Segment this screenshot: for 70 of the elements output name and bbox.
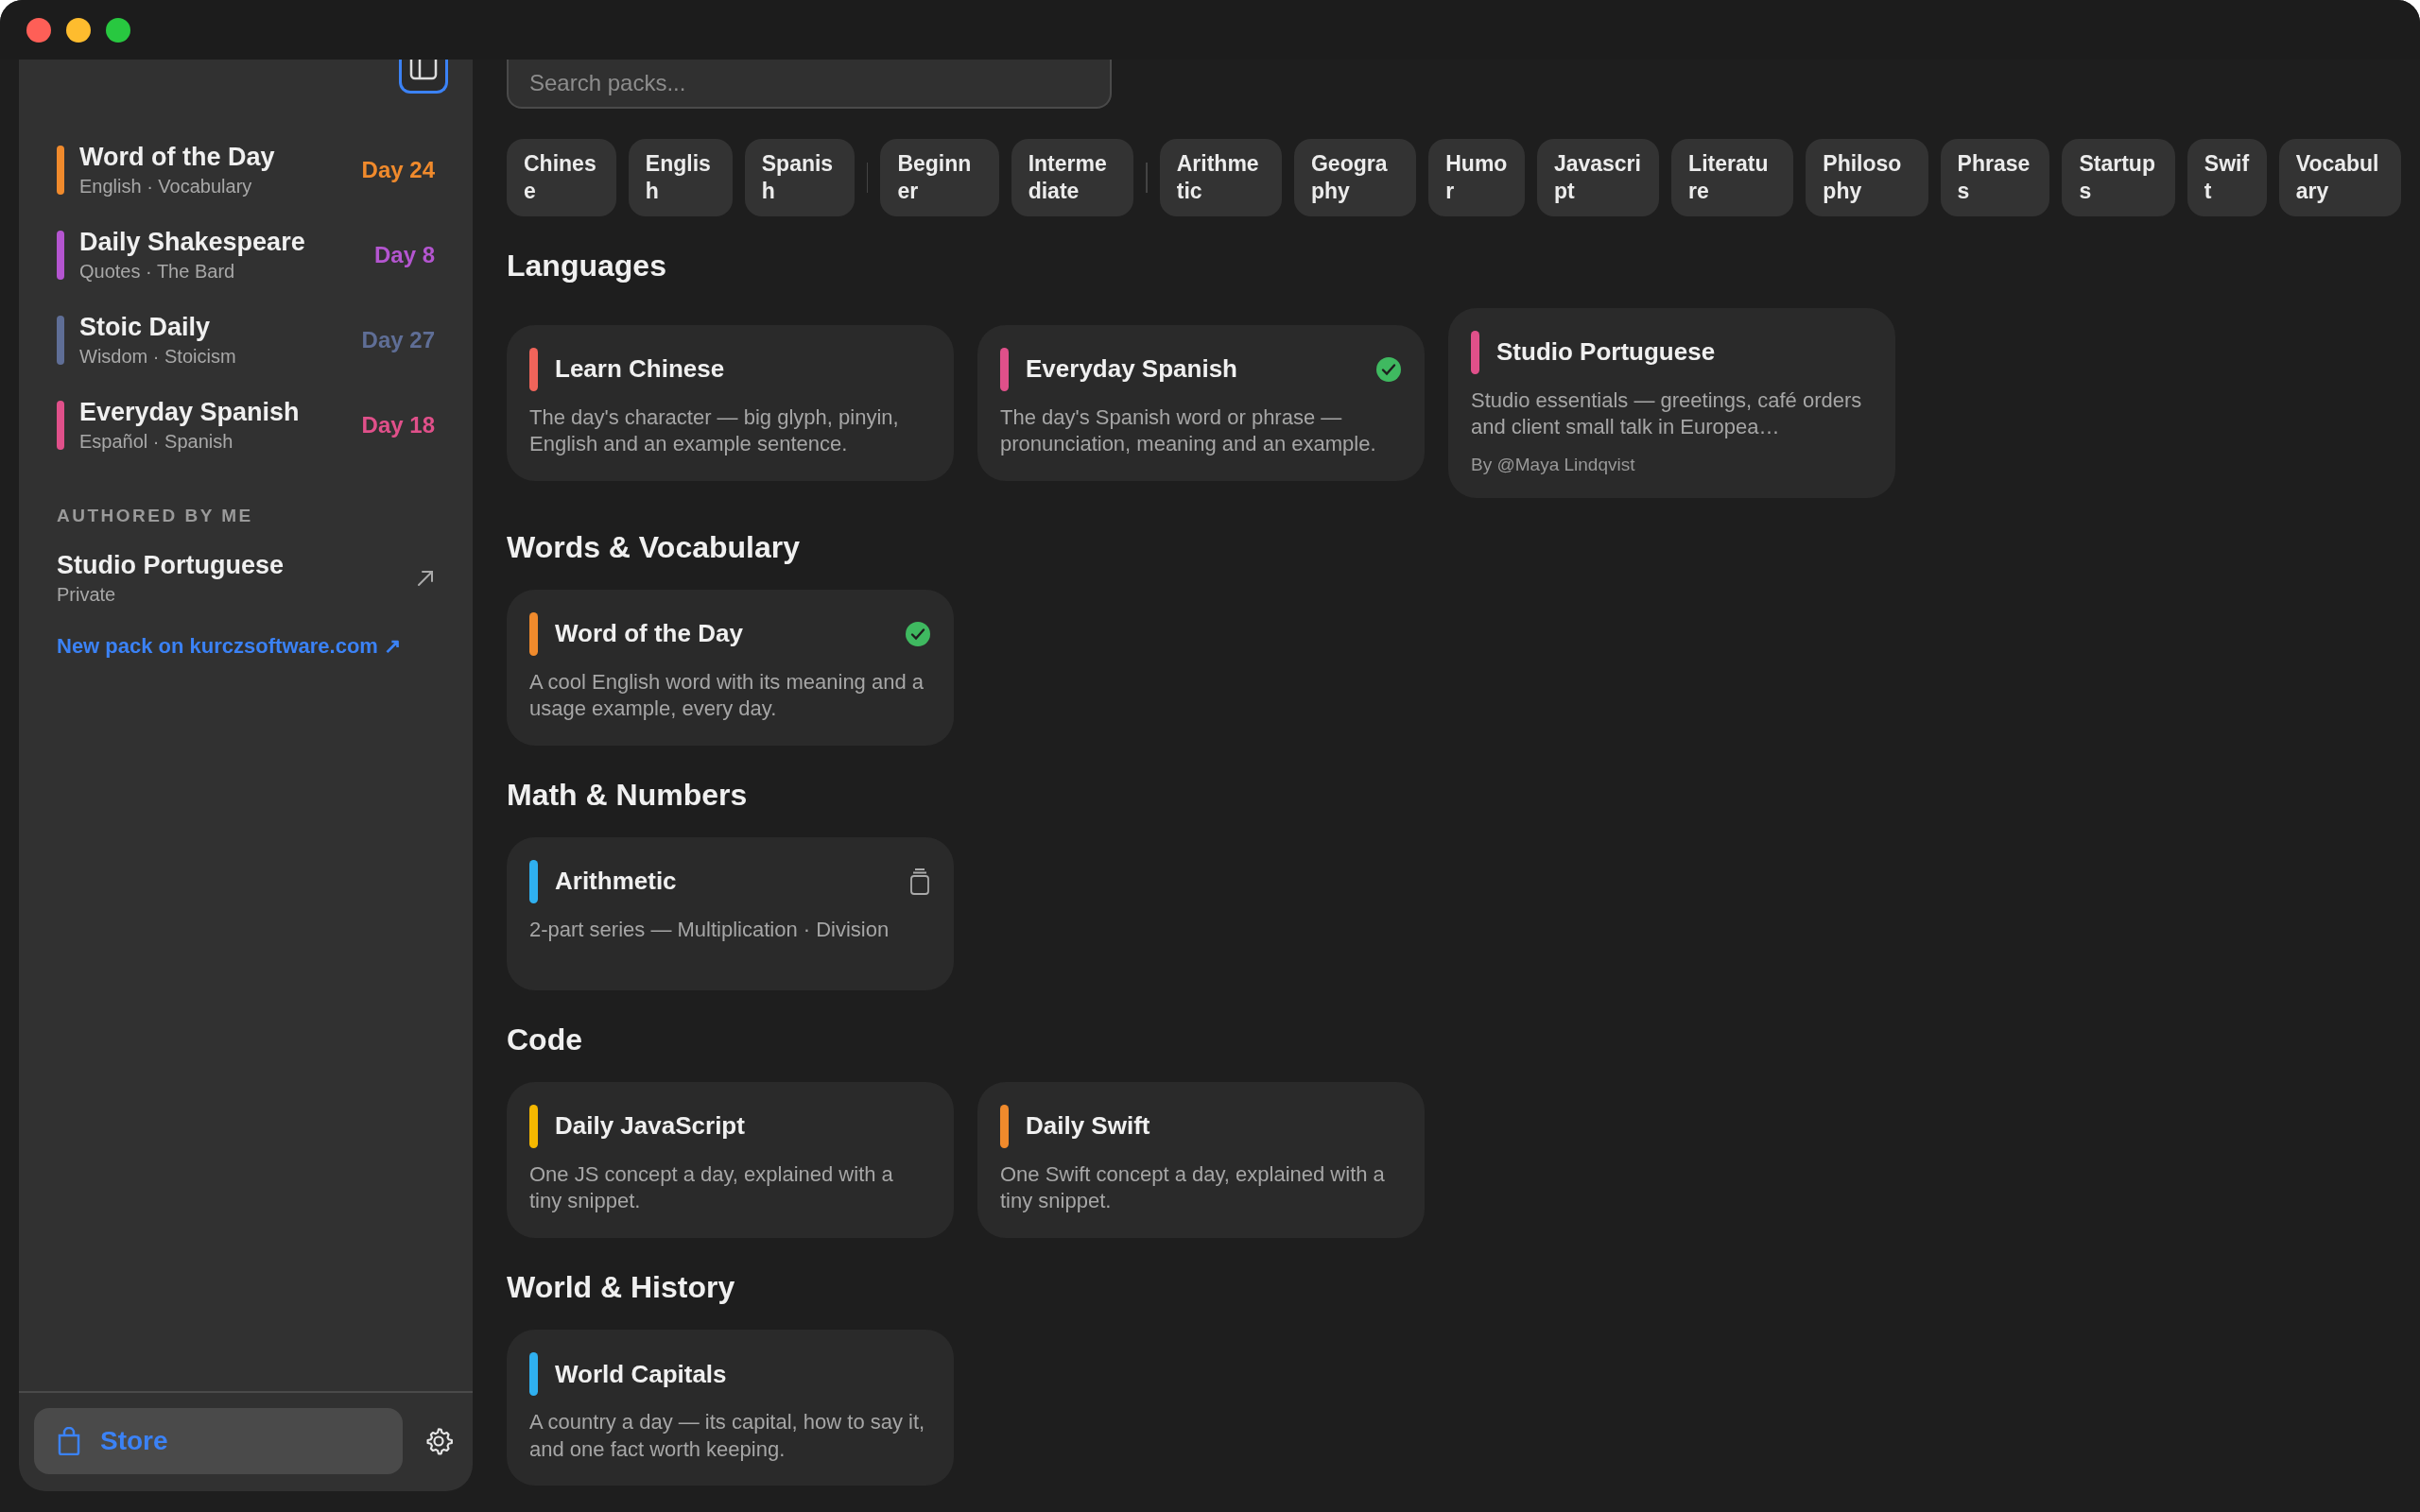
sidebar-toggle-button[interactable] xyxy=(399,60,448,94)
shopping-bag-icon xyxy=(57,1427,81,1455)
card-author: By @Maya Lindqvist xyxy=(1471,454,1636,475)
pack-card[interactable]: Everyday Spanish The day's Spanish word or phrase — pronunciation, meaning and an example. xyxy=(977,324,1425,481)
card-title: Daily JavaScript xyxy=(555,1111,746,1142)
day-count: Day 8 xyxy=(373,242,435,268)
card-description: One Swift concept a day, explained with a tiny snippet. xyxy=(1000,1160,1386,1215)
pack-subtitle: Quotes · The Bard xyxy=(79,261,236,283)
filter-chip[interactable]: Intermediate xyxy=(1011,139,1133,216)
section-title: Code xyxy=(507,1022,583,1057)
filter-chip[interactable]: Chinese xyxy=(507,139,616,216)
card-title: Daily Swift xyxy=(1026,1111,1151,1142)
card-title: Arithmetic xyxy=(555,867,678,897)
card-title: Everyday Spanish xyxy=(1026,354,1238,384)
section-heading: AUTHORED BY ME xyxy=(56,505,254,526)
pack-subtitle: Wisdom · Stoicism xyxy=(79,346,237,368)
pack-title[interactable]: Everyday Spanish xyxy=(79,398,347,427)
pack-card[interactable]: World Capitals A country a day — its capital, how to say it, and one fact worth keeping. xyxy=(507,1330,954,1486)
filter-chip[interactable]: Javascript xyxy=(1536,139,1660,216)
filter-chip[interactable]: Vocabulary xyxy=(2278,139,2401,216)
pack-title[interactable]: Studio Portuguese xyxy=(57,551,416,580)
card-description: The day's Spanish word or phrase — pronunciation, meaning and an example. xyxy=(1000,404,1377,458)
search-field[interactable]: Search packs... xyxy=(507,60,1112,109)
filter-chip[interactable]: Arithmetic xyxy=(1159,139,1282,216)
sidebar-icon xyxy=(409,60,438,82)
day-count: Day 24 xyxy=(361,157,435,183)
pack-card[interactable]: Studio Portuguese Studio essentials — greetings, café orders and client small talk in Europea… By @Maya Lindqvist xyxy=(1448,307,1895,498)
minimize-button[interactable] xyxy=(66,17,91,43)
filter-chip[interactable]: Philosophy xyxy=(1806,139,1928,216)
card-description: One JS concept a day, explained with a tiny snippet. xyxy=(529,1160,894,1215)
pack-card[interactable]: Daily JavaScript One JS concept a day, explained with a tiny snippet. xyxy=(507,1081,954,1239)
card-description: A country a day — its capital, how to say it, and one fact worth keeping. xyxy=(529,1409,926,1463)
new-pack-link[interactable]: New pack on kurczsoftware.com ↗ xyxy=(19,606,439,659)
pack-subtitle: Private xyxy=(57,584,117,606)
arrow-up-right-icon[interactable] xyxy=(416,569,435,588)
day-count: Day 18 xyxy=(361,412,435,438)
filter-chip[interactable]: Literature xyxy=(1671,139,1794,216)
pack-title[interactable]: Word of the Day xyxy=(79,143,347,172)
card-title: Learn Chinese xyxy=(555,354,726,384)
card-description: Studio essentials — greetings, café orders and client small talk in Europea… xyxy=(1471,387,1863,441)
day-count: Day 27 xyxy=(361,327,435,353)
card-description: The day's character — big glyph, pinyin, English and an example sentence. xyxy=(529,404,900,458)
zoom-button[interactable] xyxy=(106,17,130,43)
filter-chip[interactable]: English xyxy=(628,139,733,216)
settings-icon[interactable] xyxy=(424,1426,454,1456)
pack-card[interactable]: Learn Chinese The day's character — big glyph, pinyin, English and an example sentence. xyxy=(507,324,954,481)
card-title: World Capitals xyxy=(555,1359,728,1389)
pack-card[interactable]: Word of the Day A cool English word with its meaning and a usage example, every day. xyxy=(507,589,954,746)
card-title: Studio Portuguese xyxy=(1496,337,1717,367)
section-title: Words & Vocabulary xyxy=(507,529,801,565)
filter-chip[interactable]: Beginner xyxy=(880,139,999,216)
filter-chip[interactable]: Startups xyxy=(2062,139,2175,216)
pack-subtitle: English · Vocabulary xyxy=(79,176,253,198)
pack-subtitle: Español · Spanish xyxy=(79,431,234,453)
card-title: Word of the Day xyxy=(555,619,744,649)
section-title: Math & Numbers xyxy=(507,777,749,813)
pack-title[interactable]: Stoic Daily xyxy=(79,313,347,342)
filter-chip[interactable]: Swift xyxy=(2187,139,2267,216)
pack-card[interactable]: Daily Swift One Swift concept a day, explained with a tiny snippet. xyxy=(977,1081,1425,1239)
close-button[interactable] xyxy=(26,17,51,43)
pack-card[interactable]: Arithmetic 2-part series — Multiplication · Division xyxy=(507,836,954,990)
filter-chip[interactable]: Humor xyxy=(1428,139,1525,216)
section-title: World & History xyxy=(507,1270,736,1306)
pack-title[interactable]: Daily Shakespeare xyxy=(79,228,359,257)
filter-chip[interactable]: Phrases xyxy=(1940,139,2050,216)
card-description: 2-part series — Multiplication · Division xyxy=(529,916,890,943)
card-description: A cool English word with its meaning and a usage example, every day. xyxy=(529,668,925,723)
filter-chip[interactable]: Geography xyxy=(1294,139,1417,216)
filter-chip[interactable]: Spanish xyxy=(744,139,855,216)
section-title: Languages xyxy=(507,248,667,284)
